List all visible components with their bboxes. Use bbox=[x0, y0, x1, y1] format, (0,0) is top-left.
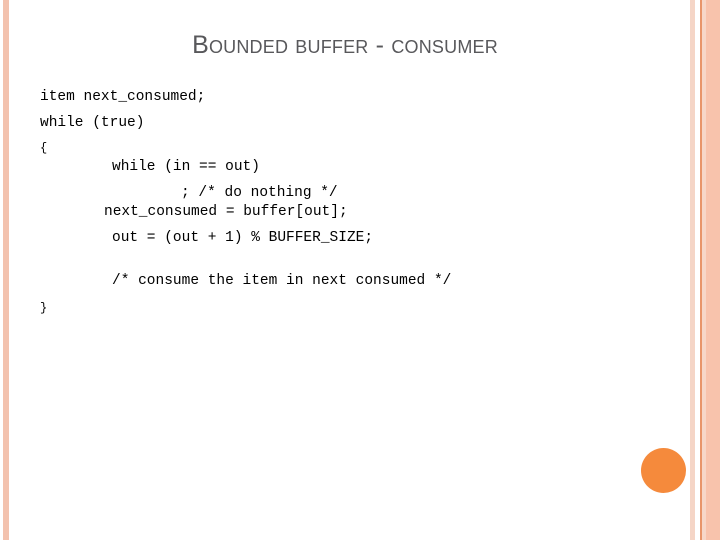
slide-canvas: Bounded buffer - consumer item next_cons… bbox=[0, 0, 720, 540]
right-accent-band-1 bbox=[690, 0, 695, 540]
code-line-6: next_consumed = buffer[out]; bbox=[104, 204, 348, 220]
orange-accent-dot bbox=[641, 448, 686, 493]
left-accent-band bbox=[3, 0, 9, 540]
code-line-9: } bbox=[40, 301, 48, 315]
code-line-8: /* consume the item in next consumed */ bbox=[112, 273, 452, 289]
code-line-2: while (true) bbox=[40, 115, 145, 131]
code-line-1: item next_consumed; bbox=[40, 89, 206, 105]
code-line-3: { bbox=[40, 141, 48, 155]
right-accent-band-4 bbox=[706, 0, 720, 540]
code-line-5: ; /* do nothing */ bbox=[181, 185, 338, 201]
code-line-7: out = (out + 1) % BUFFER_SIZE; bbox=[112, 230, 374, 246]
code-line-4: while (in == out) bbox=[112, 159, 260, 175]
slide-title: Bounded buffer - consumer bbox=[192, 31, 498, 59]
